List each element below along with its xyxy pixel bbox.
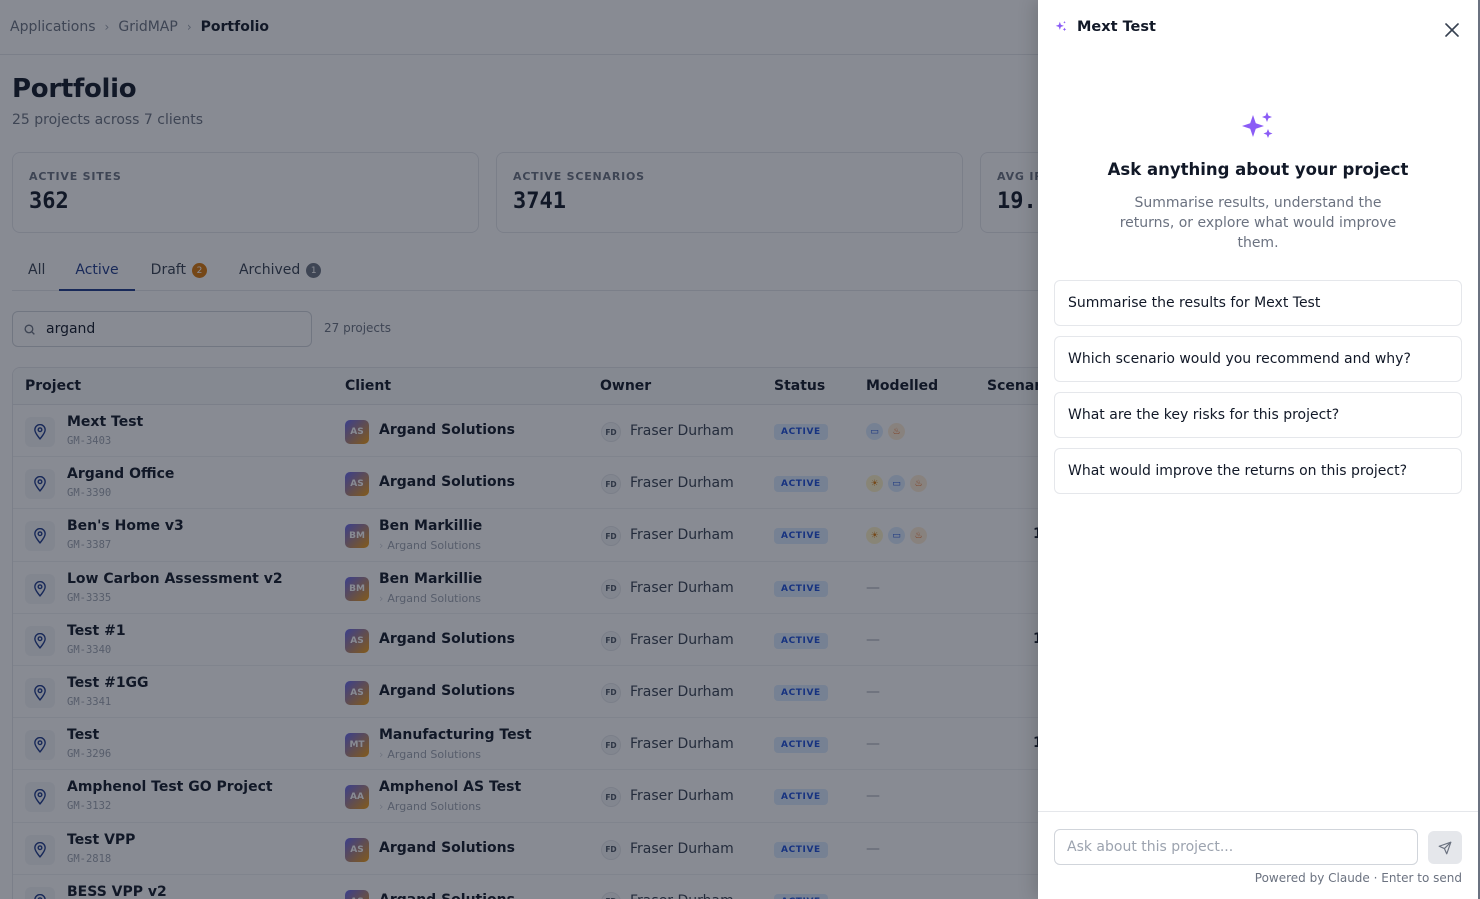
- sparkle-icon: [1055, 21, 1067, 32]
- suggestion-button[interactable]: Which scenario would you recommend and w…: [1054, 336, 1462, 382]
- assistant-heading: Ask anything about your project: [1107, 160, 1409, 179]
- send-icon: [1438, 841, 1452, 854]
- close-icon: [1445, 23, 1459, 37]
- chat-composer: Powered by Claude · Enter to send: [1038, 811, 1478, 899]
- assistant-panel: Mext Test Ask anything about your projec…: [1038, 0, 1478, 899]
- assistant-subheading: Summarise results, understand the return…: [1119, 195, 1397, 251]
- sparkle-icon: [1240, 110, 1276, 146]
- send-button[interactable]: [1428, 831, 1462, 864]
- close-button[interactable]: [1442, 20, 1462, 40]
- panel-title: Mext Test: [1077, 19, 1156, 35]
- panel-header: Mext Test: [1054, 19, 1156, 35]
- suggestion-button[interactable]: What are the key risks for this project?: [1054, 392, 1462, 438]
- suggestion-button[interactable]: Summarise the results for Mext Test: [1054, 280, 1462, 326]
- chat-input[interactable]: [1054, 829, 1418, 865]
- suggestion-button[interactable]: What would improve the returns on this p…: [1054, 448, 1462, 494]
- powered-by-note: Powered by Claude · Enter to send: [1254, 871, 1462, 885]
